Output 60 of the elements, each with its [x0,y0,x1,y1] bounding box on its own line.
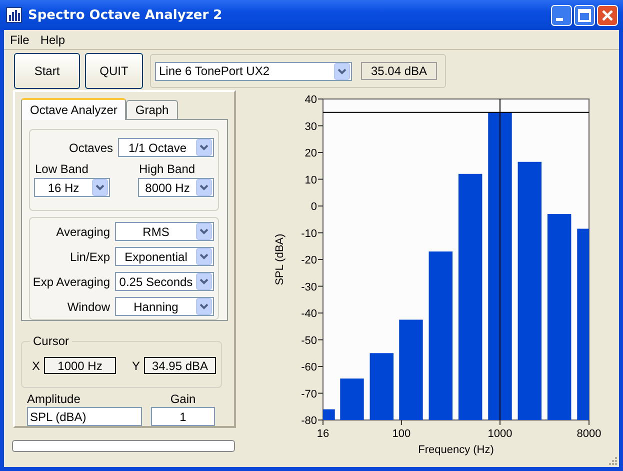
tick-label: -60 [301,362,317,374]
field-label: Averaging [56,224,110,238]
readout-field: 1000 Hz [44,357,116,374]
tick-label: 0 [310,201,317,213]
tab[interactable]: Graph [126,100,178,119]
tick-label: 1000 [488,428,512,440]
tick-label: -80 [301,415,317,427]
toolbar-button[interactable]: Start [14,53,80,89]
input-field[interactable]: SPL (dBA) [27,407,142,426]
tick-label: 10 [304,174,317,186]
field-label: Lin/Exp [70,250,110,264]
menu-item[interactable]: File [4,32,34,46]
menu-item[interactable]: Help [34,32,70,46]
dropdown[interactable]: 16 Hz [34,178,110,197]
dropdown[interactable]: Hanning [115,297,214,316]
field-label: Y [132,358,140,373]
field-label: Exp Averaging [32,274,110,288]
tick-label: 8000 [576,428,602,440]
tick-label: -20 [301,254,317,266]
field-label: Low Band [35,162,90,176]
field-label: X [32,358,40,373]
tick-label: 16 [316,428,330,440]
tick-label: 30 [304,120,317,133]
tab[interactable]: Octave Analyzer [21,98,126,120]
bar [323,409,335,420]
field-label: Amplitude [27,392,82,406]
dropdown[interactable]: 8000 Hz [138,178,214,197]
app-icon [6,7,22,23]
tick-label: 100 [392,428,411,440]
window-title: Spectro Octave Analyzer 2 [28,8,224,22]
minimize-icon[interactable] [551,4,572,26]
level-readout: 35.04 dBA [361,62,437,80]
tick-label: -40 [301,308,317,320]
field-label: High Band [139,162,196,176]
dropdown[interactable]: RMS [115,222,214,241]
group-title: Cursor [30,334,72,348]
readout-field: 34.95 dBA [144,357,216,374]
dropdown[interactable]: 0.25 Seconds [115,272,214,291]
toolbar-button[interactable]: QUIT [85,53,143,89]
tick-label: -70 [301,388,317,400]
close-icon[interactable] [597,4,618,26]
field-label: Window [67,300,110,314]
cursor-line[interactable] [322,112,590,113]
tick-label: 40 [304,94,317,106]
dropdown[interactable]: 1/1 Octave [118,138,214,157]
field-label: Gain [170,392,196,406]
dropdown[interactable]: Exponential [115,247,214,266]
bar [340,378,364,420]
axis-title: Frequency (Hz) [418,444,494,456]
device-dropdown[interactable]: Line 6 TonePort UX2 [155,62,352,80]
axis-title: SPL (dBA) [274,234,286,286]
tick-label: -10 [301,228,317,240]
resize-grip-icon[interactable] [608,456,618,466]
input-field[interactable]: 1 [151,407,215,426]
tick-label: -30 [301,281,317,294]
maximize-icon[interactable] [574,4,595,26]
tick-label: 20 [304,148,317,160]
field-label: Octaves [68,140,113,154]
tick-label: -50 [301,334,317,347]
bar [370,353,394,420]
